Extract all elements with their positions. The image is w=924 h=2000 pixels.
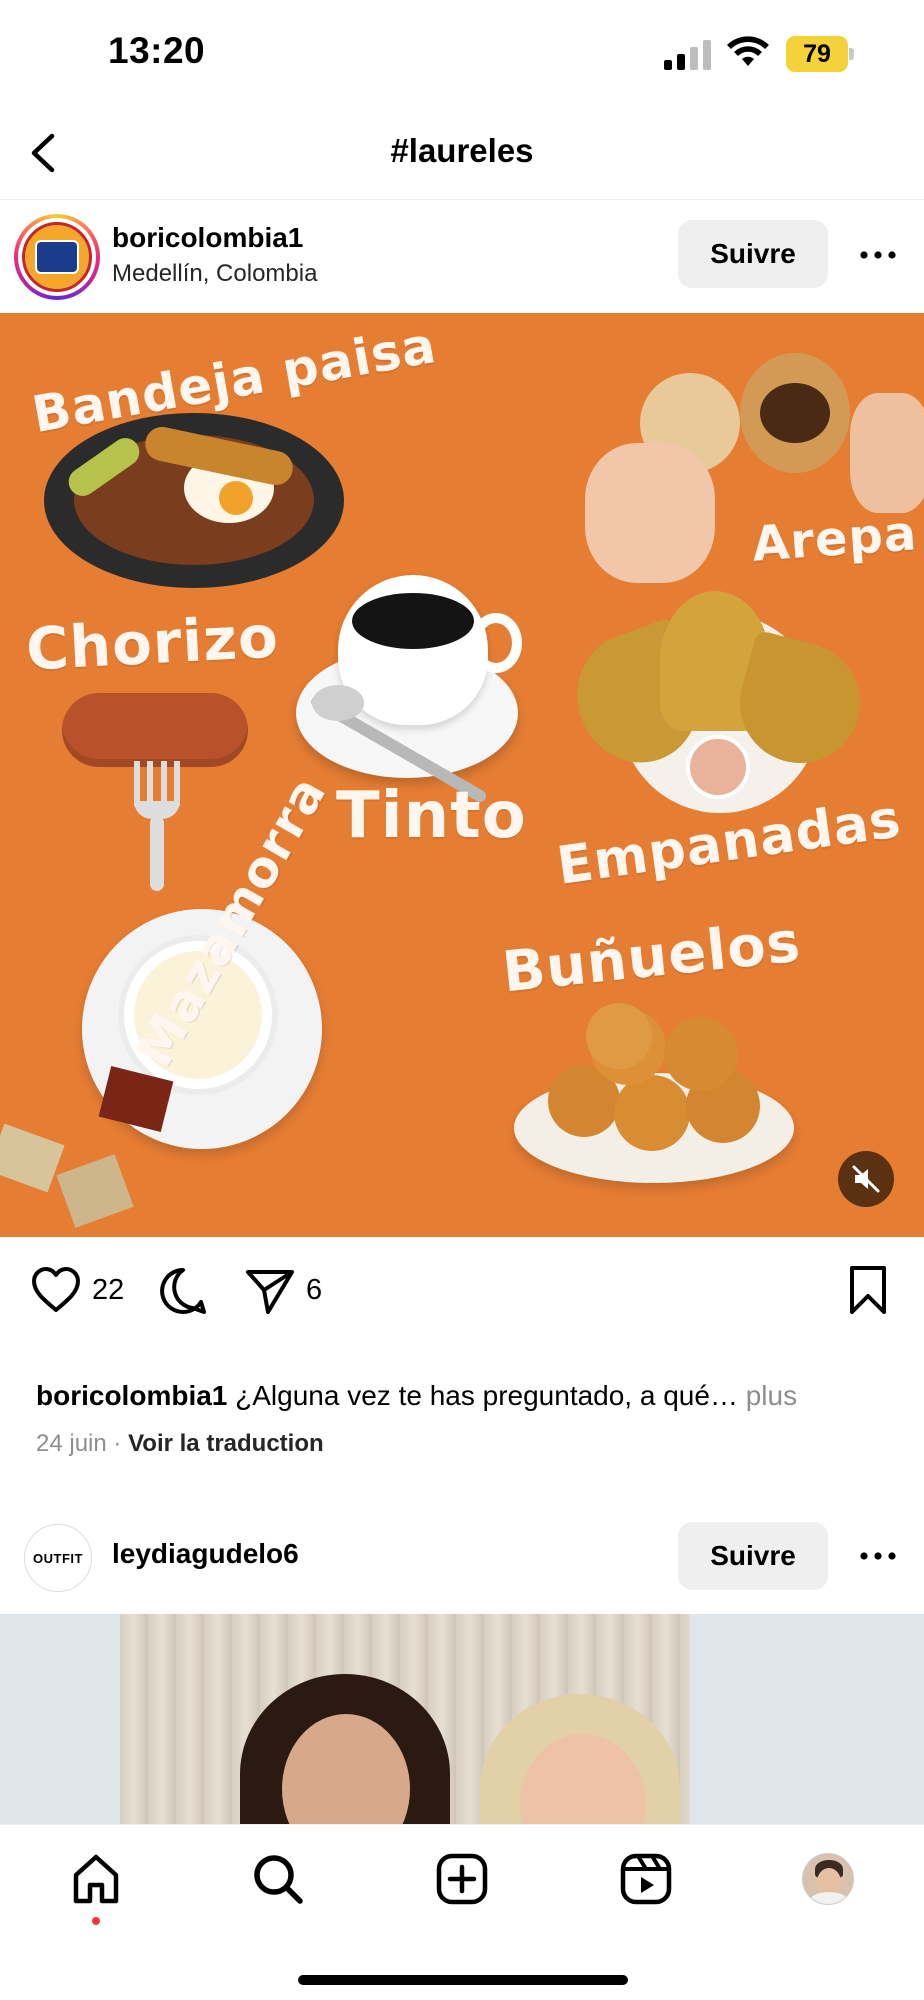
post-date: 24 juin (36, 1430, 107, 1457)
comment-icon[interactable] (158, 1266, 208, 1316)
share-icon[interactable] (244, 1266, 296, 1316)
status-time: 13:20 (108, 30, 206, 71)
more-icon[interactable] (858, 1550, 898, 1562)
post2-image[interactable] (0, 1614, 924, 1824)
label-bunuelos: Buñuelos (499, 909, 804, 1006)
mute-button[interactable] (838, 1151, 894, 1207)
hand-right (850, 393, 924, 513)
battery-indicator: 79 (786, 36, 854, 72)
post-image[interactable]: Bandeja paisa Arepa Chorizo Tinto Empana… (0, 313, 924, 1237)
reels-icon[interactable] (618, 1851, 674, 1907)
signal-icon (664, 40, 711, 70)
bocadillo-1 (0, 1123, 65, 1193)
fork (134, 761, 182, 891)
salsa-bowl (686, 735, 750, 799)
boricolombia-logo (22, 222, 92, 292)
like-count[interactable]: 22 (92, 1274, 124, 1307)
bookmark-icon[interactable] (846, 1264, 890, 1316)
post-username[interactable]: boricolombia1 (112, 222, 303, 254)
caption-username[interactable]: boricolombia1 (36, 1380, 227, 1411)
post2-avatar-text: OUTFIT (33, 1550, 83, 1566)
battery-tip (849, 48, 854, 60)
post-actions: 22 6 (0, 1250, 924, 1330)
more-icon[interactable] (858, 249, 898, 261)
post-header: boricolombia1 Medellín, Colombia Suivre (0, 200, 924, 310)
post-meta: 24 juin · Voir la traduction (36, 1430, 324, 1458)
post2-username[interactable]: leydiagudelo6 (112, 1538, 299, 1570)
post-location[interactable]: Medellín, Colombia (112, 260, 317, 288)
share-count[interactable]: 6 (306, 1274, 322, 1307)
bunuelo (664, 1017, 738, 1091)
spoon-head (312, 685, 364, 721)
follow-button[interactable]: Suivre (678, 220, 828, 288)
label-arepa: Arepa (750, 505, 919, 573)
post-caption[interactable]: boricolombia1 ¿Alguna vez te has pregunt… (36, 1380, 896, 1412)
wifi-icon (727, 36, 769, 66)
profile-icon[interactable] (802, 1853, 854, 1905)
meta-separator: · (113, 1430, 129, 1457)
caption-more-link[interactable]: plus (738, 1380, 797, 1411)
heart-icon[interactable] (30, 1266, 82, 1314)
search-icon[interactable] (250, 1851, 306, 1907)
post2-avatar[interactable]: OUTFIT (24, 1524, 92, 1592)
top-header: #laureles (0, 110, 924, 200)
bocadillo-2 (56, 1154, 134, 1228)
follow-button-2[interactable]: Suivre (678, 1522, 828, 1590)
status-bar: 13:20 79 (0, 0, 924, 110)
avatar[interactable] (14, 214, 100, 300)
notification-dot (92, 1917, 100, 1925)
coffee-handle (470, 613, 522, 673)
battery-level: 79 (786, 36, 848, 72)
caption-text: ¿Alguna vez te has preguntado, a qué… (227, 1380, 738, 1411)
bottom-nav (0, 1824, 924, 2000)
bunuelo (586, 1003, 652, 1069)
page-title: #laureles (390, 132, 534, 169)
create-icon[interactable] (434, 1851, 490, 1907)
home-icon[interactable] (68, 1851, 124, 1907)
label-chorizo: Chorizo (24, 602, 281, 684)
bunuelo (614, 1075, 690, 1151)
hand-left (585, 443, 715, 583)
chorizo-image (62, 693, 248, 767)
mute-icon (852, 1165, 880, 1193)
translate-link[interactable]: Voir la traduction (128, 1430, 324, 1457)
bandeja-plate (44, 413, 344, 588)
home-indicator (298, 1975, 628, 1985)
label-tinto: Tinto (336, 779, 527, 853)
